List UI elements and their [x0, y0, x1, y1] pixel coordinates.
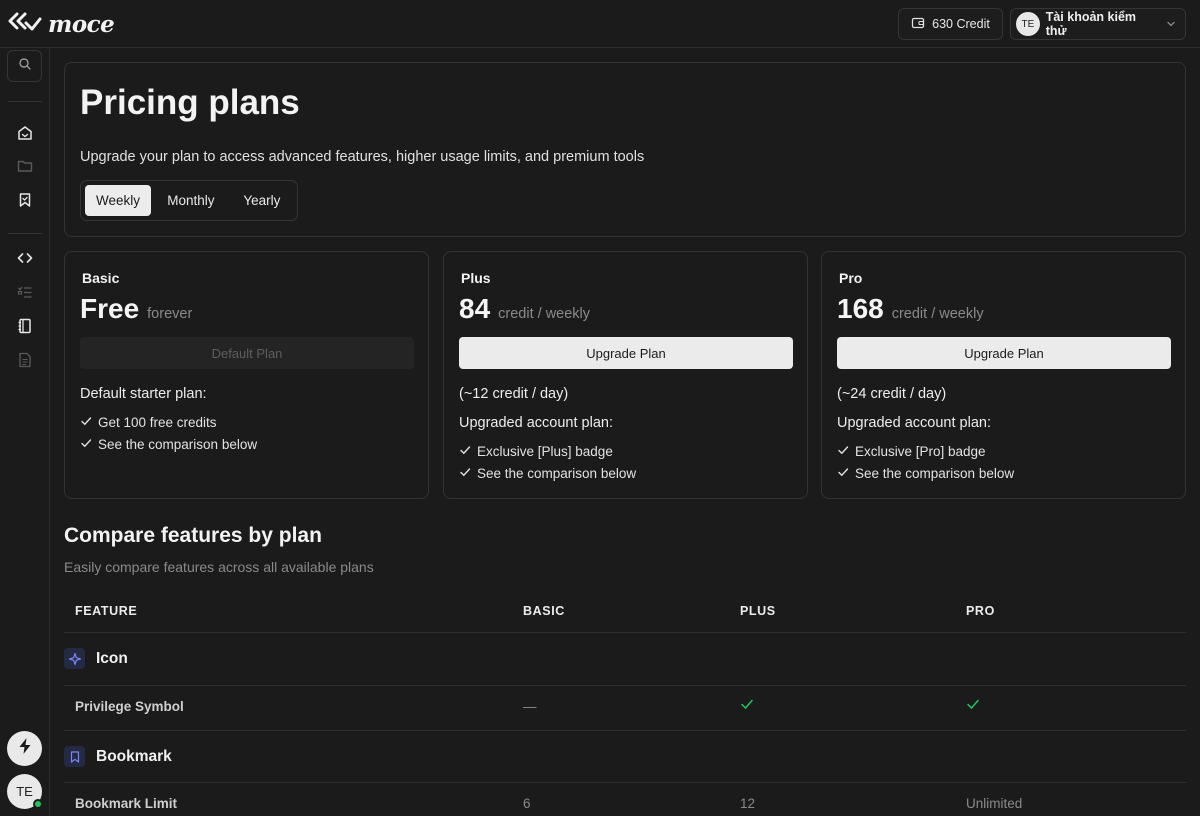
plan-feature: Exclusive [Pro] badge — [837, 444, 986, 459]
plan-name: Plus — [461, 270, 491, 286]
compare-subtitle: Easily compare features across all avail… — [64, 559, 374, 575]
upgrade-pro-button[interactable]: Upgrade Plan — [837, 337, 1171, 369]
section-name: Icon — [96, 650, 128, 667]
cell-plus: 12 — [740, 796, 756, 811]
sidebar: TE — [0, 48, 50, 816]
table-divider — [64, 730, 1186, 731]
sparkle-icon — [64, 648, 85, 669]
check-icon — [80, 415, 92, 430]
logo[interactable]: moce — [8, 10, 115, 39]
code-icon[interactable] — [15, 248, 35, 268]
account-name: Tài khoản kiểm thử — [1045, 10, 1137, 38]
plan-feature: Exclusive [Plus] badge — [459, 444, 613, 459]
chevron-down-icon — [1165, 18, 1177, 30]
check-icon — [740, 697, 754, 714]
cell-pro: Unlimited — [966, 796, 1023, 811]
plan-feature-text: See the comparison below — [477, 466, 637, 481]
plan-heading: Default starter plan: — [80, 386, 207, 402]
cell-basic: 6 — [523, 796, 531, 811]
plan-feature-text: Exclusive [Plus] badge — [477, 444, 613, 459]
table-divider — [64, 685, 1186, 686]
wallet-icon — [911, 16, 925, 33]
bookmark-icon — [64, 746, 85, 767]
column-header-basic: BASIC — [523, 604, 565, 618]
page-title: Pricing plans — [80, 83, 300, 122]
plan-feature-text: See the comparison below — [855, 466, 1015, 481]
plan-feature: See the comparison below — [80, 437, 257, 452]
column-header-pro: PRO — [966, 604, 995, 618]
pricing-header-card: Pricing plans Upgrade your plan to acces… — [64, 62, 1186, 237]
table-row-feature: Privilege Symbol — [75, 699, 184, 714]
plan-price: Free forever — [80, 293, 192, 325]
tab-yearly[interactable]: Yearly — [231, 185, 293, 216]
document-icon[interactable] — [15, 350, 35, 370]
credit-button[interactable]: 630 Credit — [898, 8, 1003, 40]
plan-feature-text: Get 100 free credits — [98, 415, 217, 430]
plan-card-plus: Plus 84 credit / weekly Upgrade Plan (~1… — [443, 251, 808, 499]
account-avatar: TE — [1016, 12, 1040, 36]
online-status-indicator — [33, 799, 43, 809]
price-unit: credit / weekly — [891, 306, 984, 322]
table-divider — [64, 632, 1186, 633]
plan-heading: Upgraded account plan: — [837, 415, 991, 431]
page-subtitle: Upgrade your plan to access advanced fea… — [80, 149, 645, 165]
table-divider — [64, 782, 1186, 783]
plan-name: Pro — [839, 270, 863, 286]
notebook-icon[interactable] — [15, 316, 35, 336]
bookmark-icon[interactable] — [15, 190, 35, 210]
table-row-feature: Bookmark Limit — [75, 796, 178, 811]
price-unit: forever — [147, 306, 193, 322]
plan-card-pro: Pro 168 credit / weekly Upgrade Plan (~2… — [821, 251, 1186, 499]
price-value: 168 — [837, 293, 884, 324]
credit-label: 630 Credit — [932, 17, 990, 31]
section-name: Bookmark — [96, 748, 172, 765]
plan-rate: (~24 credit / day) — [837, 386, 947, 402]
plan-feature-text: See the comparison below — [98, 437, 258, 452]
upgrade-bolt-button[interactable] — [7, 731, 42, 766]
home-icon[interactable] — [15, 123, 35, 143]
sidebar-divider — [8, 101, 42, 102]
tab-weekly[interactable]: Weekly — [85, 185, 151, 216]
search-icon — [18, 57, 32, 76]
billing-period-tabs: Weekly Monthly Yearly — [80, 180, 298, 221]
checklist-icon[interactable] — [15, 282, 35, 302]
price-value: Free — [80, 293, 140, 324]
plan-card-basic: Basic Free forever Default Plan Default … — [64, 251, 429, 499]
check-icon — [837, 444, 849, 459]
default-plan-button: Default Plan — [80, 337, 414, 369]
sidebar-search-button[interactable] — [7, 50, 42, 82]
column-header-plus: PLUS — [740, 604, 776, 618]
bolt-icon — [17, 737, 33, 760]
plan-feature-text: Exclusive [Pro] badge — [855, 444, 986, 459]
plan-rate: (~12 credit / day) — [459, 386, 569, 402]
check-icon — [80, 437, 92, 452]
plan-price: 168 credit / weekly — [837, 293, 984, 325]
check-icon — [459, 466, 471, 481]
account-menu-button[interactable]: TE Tài khoản kiểm thử — [1010, 8, 1186, 40]
tab-monthly[interactable]: Monthly — [155, 185, 227, 216]
folder-icon[interactable] — [15, 156, 35, 176]
check-icon — [966, 697, 980, 714]
plan-feature: See the comparison below — [837, 466, 1014, 481]
logo-mark-icon — [8, 10, 42, 39]
upgrade-plus-button[interactable]: Upgrade Plan — [459, 337, 793, 369]
sidebar-divider — [8, 233, 42, 234]
cell-basic: — — [523, 699, 537, 714]
plan-heading: Upgraded account plan: — [459, 415, 613, 431]
logo-text: moce — [48, 11, 115, 38]
top-bar: moce 630 Credit TE Tài khoản kiểm thử — [0, 0, 1200, 48]
plan-feature: Get 100 free credits — [80, 415, 217, 430]
plan-feature: See the comparison below — [459, 466, 636, 481]
check-icon — [837, 466, 849, 481]
plan-price: 84 credit / weekly — [459, 293, 590, 325]
check-icon — [459, 444, 471, 459]
column-header-feature: FEATURE — [75, 604, 138, 618]
compare-title: Compare features by plan — [64, 524, 322, 547]
price-unit: credit / weekly — [498, 306, 591, 322]
price-value: 84 — [459, 293, 491, 324]
plan-name: Basic — [82, 270, 120, 286]
